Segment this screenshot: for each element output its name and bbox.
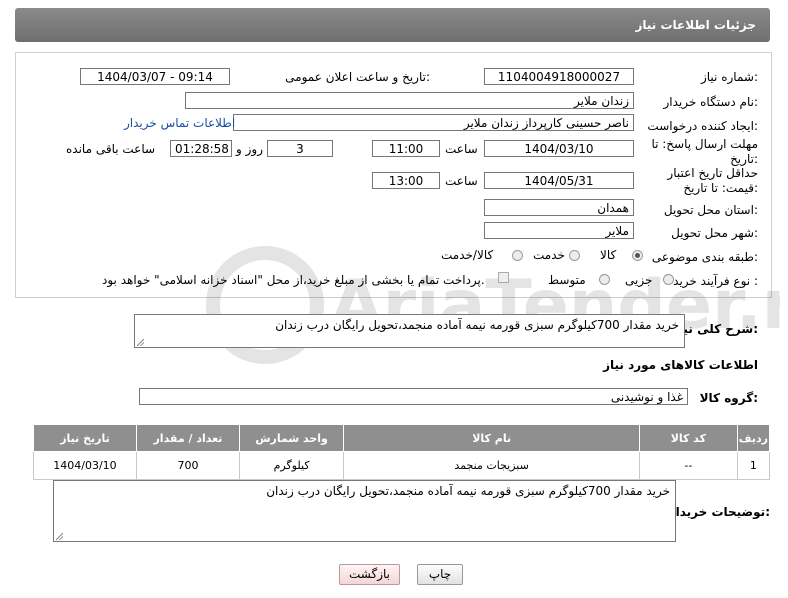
category-label: طبقه بندی موضوعی:: [651, 250, 758, 264]
remaining-time-label: ساعت باقی مانده: [66, 142, 156, 156]
description-text: خرید مقدار 700کیلوگرم سبزی قورمه نیمه آم…: [275, 318, 679, 332]
need-number-field[interactable]: 1104004918000027: [484, 68, 634, 85]
need-number-label: شماره نیاز:: [700, 70, 758, 84]
validity-time-field[interactable]: 13:00: [372, 172, 440, 189]
col-unit: واحد شمارش: [238, 424, 345, 452]
city-label: شهر محل تحویل:: [671, 226, 758, 240]
resize-handle-icon[interactable]: [137, 339, 144, 346]
category-option-service: خدمت: [533, 248, 565, 262]
description-textarea[interactable]: خرید مقدار 700کیلوگرم سبزی قورمه نیمه آم…: [134, 314, 685, 348]
buyer-org-field[interactable]: زندان ملایر: [185, 92, 634, 109]
city-field[interactable]: ملایر: [484, 222, 634, 239]
cell-item-name: سبزیجات منجمد: [343, 451, 640, 480]
announce-label: تاریخ و ساعت اعلان عمومی:: [285, 70, 430, 84]
category-radio-service[interactable]: [569, 250, 580, 261]
goods-group-label: گروه کالا:: [699, 391, 758, 405]
cell-quantity: 700: [135, 451, 240, 480]
col-quantity: تعداد / مقدار: [135, 424, 240, 452]
resize-handle-icon[interactable]: [56, 533, 63, 540]
contact-info-link[interactable]: اطلاعات تماس خریدار: [124, 116, 235, 130]
days-remaining-field[interactable]: 3: [267, 140, 333, 157]
deadline-label: مهلت ارسال پاسخ: تا تاریخ:: [651, 137, 758, 166]
province-field[interactable]: همدان: [484, 199, 634, 216]
cell-unit: کیلوگرم: [238, 451, 345, 480]
process-radio-minor[interactable]: [663, 274, 674, 285]
creator-label: ایجاد کننده درخواست:: [647, 119, 758, 133]
days-label: روز و: [236, 142, 263, 156]
buyer-org-label: نام دستگاه خریدار:: [663, 95, 759, 109]
goods-section-title: اطلاعات کالاهای مورد نیاز: [603, 358, 758, 372]
page-header: جزئیات اطلاعات نیاز: [15, 8, 770, 42]
category-option-goods-service: کالا/خدمت: [441, 248, 494, 262]
process-option-minor: جزیی: [625, 273, 653, 287]
treasury-payment-note: پرداخت تمام یا بخشی از مبلغ خرید،از محل …: [102, 273, 485, 287]
goods-table-header: ردیف کد کالا نام کالا واحد شمارش تعداد /…: [33, 424, 771, 452]
cell-need-date: 1404/03/10: [33, 451, 137, 480]
price-validity-label: حداقل تاریخ اعتبار قیمت: تا تاریخ:: [667, 166, 758, 195]
category-radio-goods-service[interactable]: [512, 250, 523, 261]
col-row-number: ردیف: [736, 424, 771, 452]
treasury-payment-checkbox[interactable]: [498, 272, 509, 283]
deadline-time-field[interactable]: 11:00: [372, 140, 440, 157]
back-button[interactable]: بازگشت: [339, 564, 400, 585]
cell-item-code: --: [639, 451, 738, 480]
deadline-time-label: ساعت: [445, 142, 478, 156]
remaining-time-field[interactable]: 01:28:58: [170, 140, 232, 157]
process-option-medium: متوسط: [548, 273, 586, 287]
validity-time-label: ساعت: [445, 174, 478, 188]
category-radio-goods[interactable]: [632, 250, 643, 261]
col-need-date: تاریخ نیاز: [33, 424, 137, 452]
validity-date-field[interactable]: 1404/05/31: [484, 172, 634, 189]
creator-field[interactable]: ناصر حسینی کارپرداز زندان ملایر: [233, 114, 634, 131]
cell-row-number: 1: [736, 451, 771, 480]
goods-table: ردیف کد کالا نام کالا واحد شمارش تعداد /…: [33, 424, 771, 480]
process-type-label: نوع فرآیند خرید :: [673, 274, 758, 288]
process-radio-medium[interactable]: [599, 274, 610, 285]
print-button[interactable]: چاپ: [417, 564, 463, 585]
buyer-notes-label: توضیحات خریدار:: [668, 505, 770, 519]
col-item-code: کد کالا: [639, 424, 738, 452]
table-row: 1 -- سبزیجات منجمد کیلوگرم 700 1404/03/1…: [33, 451, 771, 480]
buyer-notes-text: خرید مقدار 700کیلوگرم سبزی قورمه نیمه آم…: [266, 484, 670, 498]
page-title: جزئیات اطلاعات نیاز: [635, 18, 756, 32]
province-label: استان محل تحویل:: [663, 203, 758, 217]
deadline-date-field[interactable]: 1404/03/10: [484, 140, 634, 157]
category-option-goods: کالا: [600, 248, 617, 262]
col-item-name: نام کالا: [343, 424, 640, 452]
announce-field[interactable]: 1404/03/07 - 09:14: [80, 68, 230, 85]
goods-group-field[interactable]: غذا و نوشیدنی: [139, 388, 688, 405]
buyer-notes-textarea[interactable]: خرید مقدار 700کیلوگرم سبزی قورمه نیمه آم…: [53, 480, 676, 542]
